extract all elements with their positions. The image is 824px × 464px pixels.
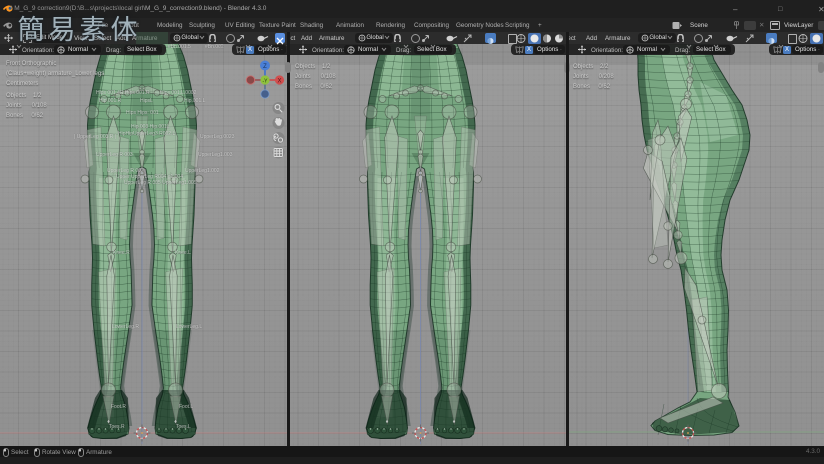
svg-text:-Y: -Y (263, 78, 269, 84)
svg-text:X: X (277, 78, 281, 84)
svg-text:Z: Z (263, 64, 267, 70)
